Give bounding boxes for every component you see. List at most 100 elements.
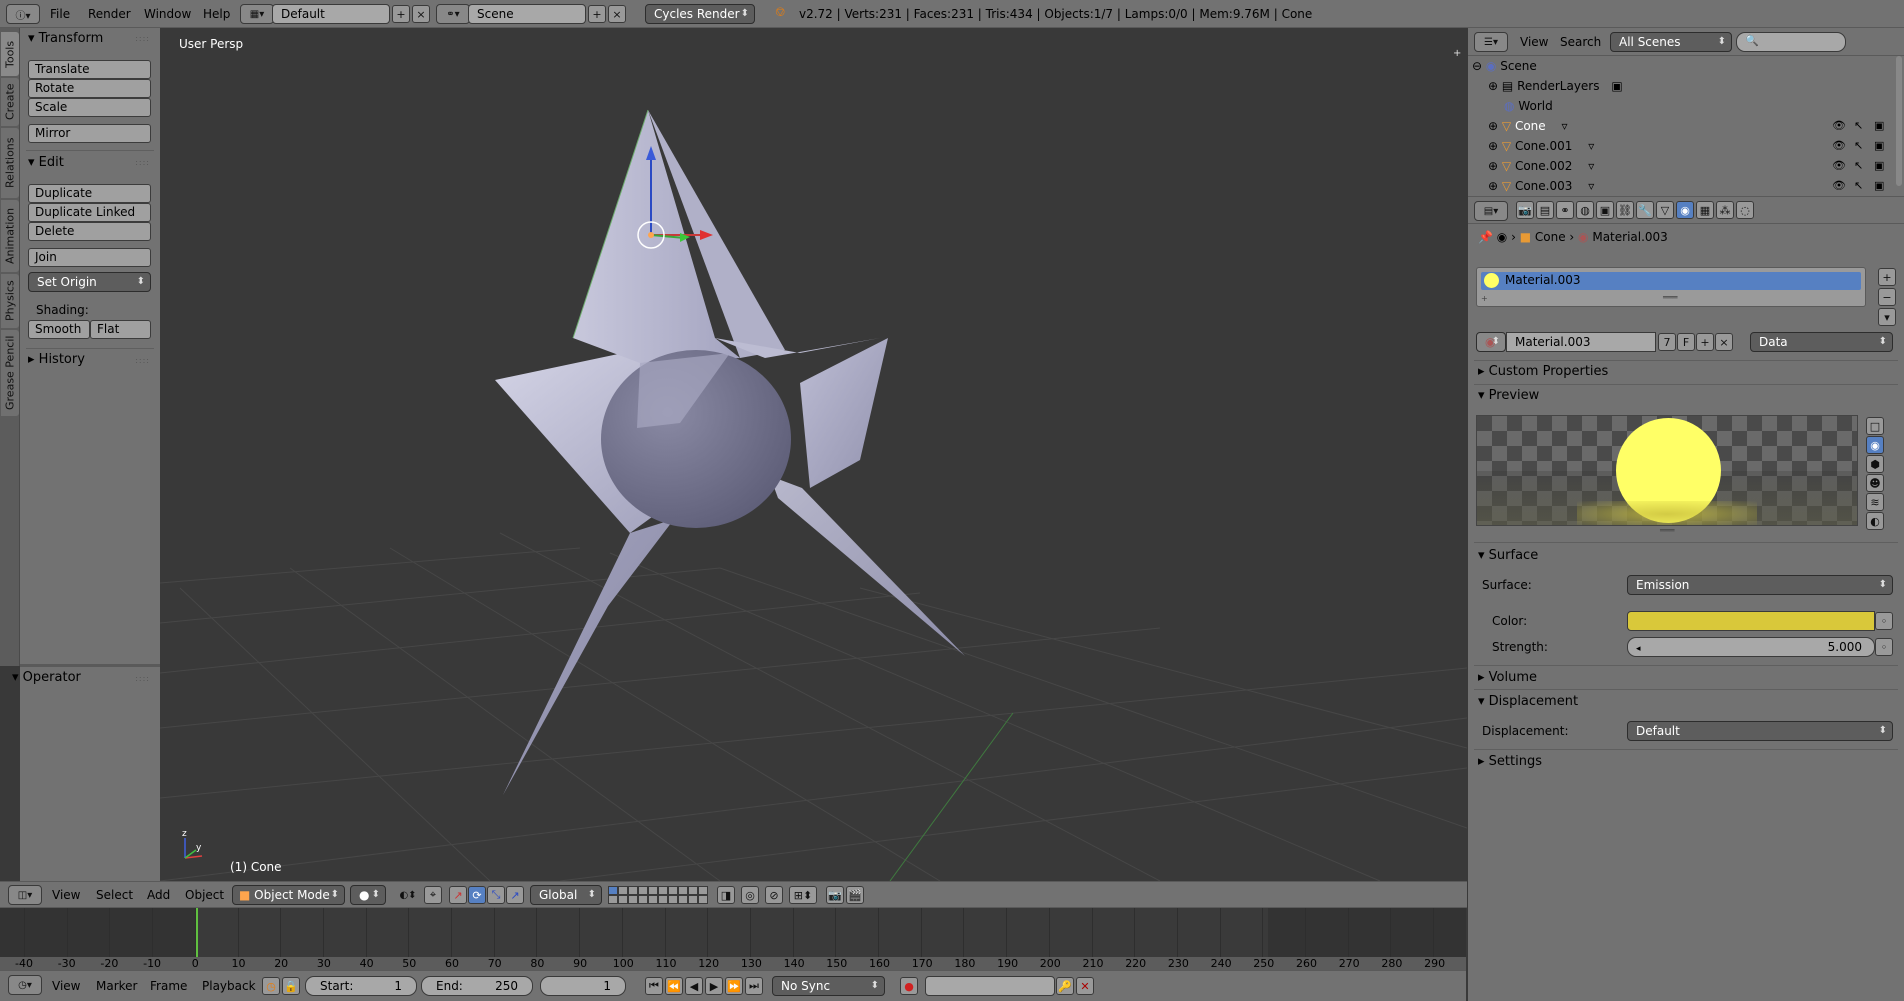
layer-toggle[interactable] xyxy=(688,886,698,895)
modifiers-tab-icon[interactable]: 🔧 xyxy=(1636,201,1654,219)
visibility-eye-icon[interactable]: 👁 xyxy=(1832,139,1846,152)
menu-playback[interactable]: Playback xyxy=(202,971,256,1001)
sync-mode-dropdown[interactable]: No Sync xyxy=(772,976,885,996)
layer-toggle[interactable] xyxy=(608,886,618,895)
outliner-renderlayers-row[interactable]: ⊕ ▤ RenderLayers ▣ xyxy=(1488,76,1623,96)
snap-toggle-icon[interactable]: ⊘ xyxy=(765,886,783,904)
menu-file[interactable]: File xyxy=(50,0,70,28)
scale-manip-icon-2[interactable]: ↗ xyxy=(506,886,524,904)
operator-panel-title[interactable]: ▾ Operator xyxy=(12,670,81,685)
tab-tools[interactable]: Tools xyxy=(1,32,19,76)
scene-icon[interactable]: ⚭▾ xyxy=(436,4,470,24)
renderable-camera-icon[interactable]: ▣ xyxy=(1874,139,1884,152)
list-filter-icon[interactable]: + xyxy=(1481,294,1488,303)
layer-toggle[interactable] xyxy=(648,895,658,904)
outliner-cone001-row[interactable]: ⊕ ▽ Cone.001 ▿ xyxy=(1488,136,1594,156)
layer-toggle[interactable] xyxy=(608,895,618,904)
scene-tab-icon[interactable]: ⚭ xyxy=(1556,201,1574,219)
layer-toggle[interactable] xyxy=(648,886,658,895)
layer-toggle[interactable] xyxy=(638,895,648,904)
flat-shading-button[interactable]: Flat xyxy=(90,320,151,339)
layer-toggle[interactable] xyxy=(658,886,668,895)
renderable-camera-icon[interactable]: ▣ xyxy=(1874,179,1884,192)
display-mode-dropdown[interactable]: All Scenes xyxy=(1610,32,1732,52)
tab-relations[interactable]: Relations xyxy=(1,128,19,198)
physics-tab-icon[interactable]: ◌ xyxy=(1736,201,1754,219)
tab-physics[interactable]: Physics xyxy=(1,274,19,328)
preview-flat-icon[interactable]: □ xyxy=(1866,417,1884,435)
set-origin-dropdown[interactable]: Set Origin xyxy=(28,272,151,292)
history-panel-title[interactable]: ▸ History xyxy=(28,352,85,367)
menu-window[interactable]: Window xyxy=(144,0,191,28)
renderable-camera-icon[interactable]: ▣ xyxy=(1874,159,1884,172)
add-slot-button[interactable]: + xyxy=(1878,268,1896,286)
layer-toggle[interactable] xyxy=(668,886,678,895)
preview-cube-icon[interactable]: ⬢ xyxy=(1866,455,1884,473)
play-icon[interactable]: ▶ xyxy=(705,977,723,995)
render-tab-icon[interactable]: 📷 xyxy=(1516,201,1534,219)
unlink-material-button[interactable]: × xyxy=(1715,333,1733,351)
translate-button[interactable]: Translate xyxy=(28,60,151,79)
manipulator-toggle-icon[interactable]: ⌖ xyxy=(424,886,442,904)
panel-grip[interactable]: :::: xyxy=(135,356,150,365)
transform-orientation-dropdown[interactable]: Global xyxy=(530,885,602,905)
editor-type-outliner-button[interactable]: ☰▾ xyxy=(1474,32,1508,52)
texture-tab-icon[interactable]: ▦ xyxy=(1696,201,1714,219)
menu-object[interactable]: Object xyxy=(185,882,224,909)
layer-toggle[interactable] xyxy=(678,886,688,895)
layers-grid[interactable] xyxy=(608,886,712,904)
material-slot-list[interactable]: Material.003 ═══ + xyxy=(1476,267,1866,307)
prev-keyframe-icon[interactable]: ⏪ xyxy=(665,977,683,995)
menu-view[interactable]: View xyxy=(52,882,80,909)
selectable-cursor-icon[interactable]: ↖ xyxy=(1854,179,1863,192)
constraints-tab-icon[interactable]: ⛓ xyxy=(1616,201,1634,219)
scale-button[interactable]: Scale xyxy=(28,98,151,117)
expand-icon[interactable]: ⊕ xyxy=(1488,79,1498,93)
selectable-cursor-icon[interactable]: ↖ xyxy=(1854,159,1863,172)
jump-start-icon[interactable]: ⏮ xyxy=(645,977,663,995)
interaction-mode-dropdown[interactable]: ■ Object Mode xyxy=(232,885,345,905)
preview-world-icon[interactable]: ◐ xyxy=(1866,512,1884,530)
rotate-button[interactable]: Rotate xyxy=(28,79,151,98)
timeline-area[interactable]: -40 -30 -20 -10 0 10 20 30 40 50 60 70 80 90 100 110 120… xyxy=(0,908,1466,970)
menu-marker[interactable]: Marker xyxy=(96,971,137,1001)
expand-icon[interactable]: ⊕ xyxy=(1488,179,1498,193)
tab-create[interactable]: Create xyxy=(1,78,19,126)
layer-toggle[interactable] xyxy=(668,895,678,904)
editor-type-info-button[interactable]: ⓘ▾ xyxy=(6,4,40,24)
new-material-button[interactable]: + xyxy=(1696,333,1714,351)
outliner-cone002-row[interactable]: ⊕ ▽ Cone.002 ▿ xyxy=(1488,156,1594,176)
decrement-arrow-icon[interactable]: ◂ xyxy=(1636,644,1641,654)
volume-panel[interactable]: ▸ Volume xyxy=(1478,670,1537,685)
menu-select[interactable]: Select xyxy=(96,882,133,909)
start-frame-field[interactable]: Start: 1 xyxy=(305,976,417,996)
record-icon[interactable]: ● xyxy=(900,977,918,995)
renderlayers-tab-icon[interactable]: ▤ xyxy=(1536,201,1554,219)
strength-input-link-icon[interactable]: ◦ xyxy=(1875,638,1893,656)
editor-type-timeline-button[interactable]: ◷▾ xyxy=(8,975,42,995)
material-tab-icon[interactable]: ◉ xyxy=(1676,201,1694,219)
pin-icon[interactable]: 📌 xyxy=(1478,230,1493,244)
screen-layout-icon[interactable]: ▦▾ xyxy=(240,4,274,24)
list-resize-grip[interactable]: ═══ xyxy=(1663,293,1677,302)
fake-user-button[interactable]: F xyxy=(1677,333,1695,351)
menu-outliner-view[interactable]: View xyxy=(1520,28,1548,56)
scale-manip-icon[interactable]: ⤡ xyxy=(487,886,505,904)
play-reverse-icon[interactable]: ◀ xyxy=(685,977,703,995)
layer-toggle[interactable] xyxy=(658,895,668,904)
end-frame-field[interactable]: End: 250 xyxy=(421,976,533,996)
viewport-canvas[interactable]: y z xyxy=(160,28,1467,881)
preview-monkey-icon[interactable]: ☻ xyxy=(1866,474,1884,492)
visibility-eye-icon[interactable]: 👁 xyxy=(1832,119,1846,132)
displacement-dropdown[interactable]: Default xyxy=(1627,721,1893,741)
slot-specials-button[interactable]: ▾ xyxy=(1878,308,1896,326)
menu-add[interactable]: Add xyxy=(147,882,170,909)
displacement-panel[interactable]: ▾ Displacement xyxy=(1478,694,1578,709)
material-browse-dropdown[interactable]: ◉ xyxy=(1476,332,1506,352)
layer-toggle[interactable] xyxy=(628,886,638,895)
delete-button[interactable]: Delete xyxy=(28,222,151,241)
outliner-world-row[interactable]: ◍ World xyxy=(1504,96,1553,116)
render-engine-dropdown[interactable]: Cycles Render xyxy=(645,4,755,24)
expand-icon[interactable]: ⊖ xyxy=(1472,59,1482,73)
layer-toggle[interactable] xyxy=(698,895,708,904)
